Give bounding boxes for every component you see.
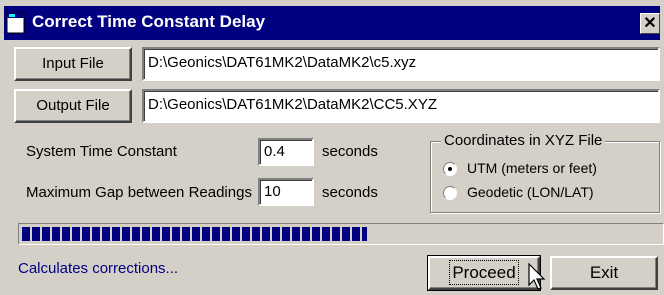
input-file-button-label: Input File [42,55,104,72]
time-constant-label: System Time Constant [26,143,177,160]
output-file-path-field[interactable]: D:\Geonics\DAT61MK2\DataMK2\CC5.XYZ [142,89,660,123]
progress-bar-fill [22,227,367,241]
output-file-button-label: Output File [36,97,110,114]
max-gap-input[interactable]: 10 [258,178,314,206]
window-title: Correct Time Constant Delay [32,12,266,31]
app-window-icon [6,12,25,34]
progress-bar [18,223,664,245]
radio-selected-dot-icon [448,167,452,171]
radio-button-utm[interactable] [443,162,457,176]
max-gap-label: Maximum Gap between Readings [26,184,252,201]
input-file-path-field[interactable]: D:\Geonics\DAT61MK2\DataMK2\c5.xyz [142,47,660,81]
radio-label-geodetic: Geodetic (LON/LAT) [467,184,594,200]
proceed-button[interactable]: Proceed [427,255,541,291]
radio-label-utm: UTM (meters or feet) [467,160,597,176]
max-gap-unit: seconds [322,184,378,201]
exit-button-label: Exit [589,263,619,282]
radio-button-geodetic[interactable] [443,186,457,200]
time-constant-input[interactable]: 0.4 [258,138,314,166]
title-bar[interactable]: Correct Time Constant Delay ✕ [4,6,660,40]
close-button[interactable]: ✕ [640,13,660,34]
dialog-window: Correct Time Constant Delay ✕ Input File… [0,0,664,295]
mouse-pointer-icon [528,263,546,290]
coordinates-group-title: Coordinates in XYZ File [441,132,606,149]
exit-button[interactable]: Exit [550,256,658,290]
status-text: Calculates corrections... [18,260,179,277]
input-file-button[interactable]: Input File [14,47,132,81]
time-constant-unit: seconds [322,143,378,160]
proceed-button-label: Proceed [449,260,519,285]
coordinates-groupbox: Coordinates in XYZ File UTM (meters or f… [430,132,660,213]
output-file-button[interactable]: Output File [14,89,132,123]
